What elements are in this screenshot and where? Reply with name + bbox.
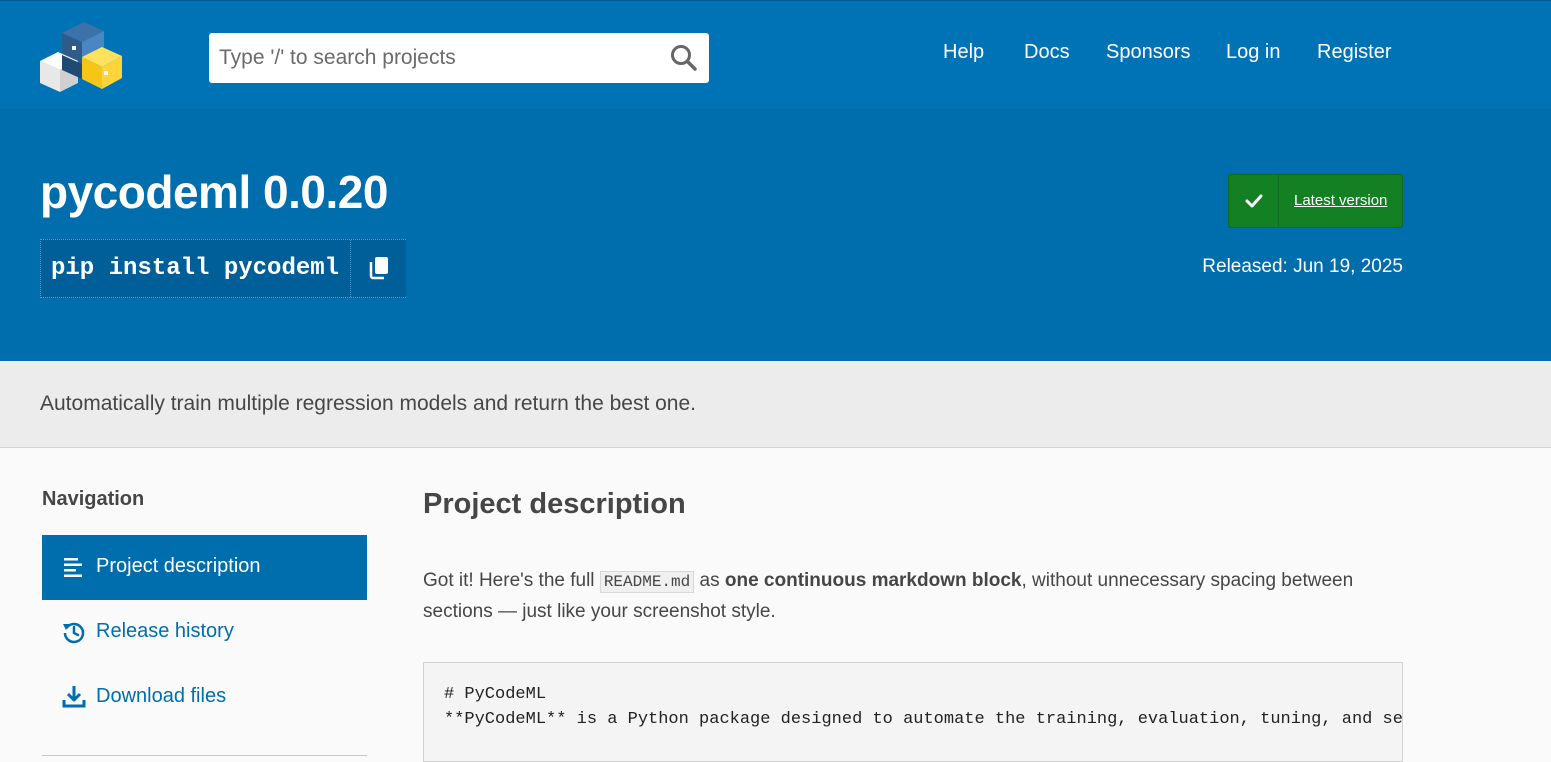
package-title: pycodeml 0.0.20: [40, 166, 388, 218]
sidebar-item-label: Download files: [96, 685, 227, 707]
pip-command: pip install pycodeml: [51, 255, 340, 282]
history-icon: [62, 620, 86, 644]
main-nav: Help Docs Sponsors Log in Register: [0, 41, 1551, 71]
nav-docs-link[interactable]: Docs: [1024, 41, 1070, 64]
check-icon: [1229, 175, 1279, 227]
sidebar-item-download-files[interactable]: Download files: [42, 665, 367, 730]
latest-version-label[interactable]: Latest version: [1294, 192, 1387, 209]
nav-register-link[interactable]: Register: [1317, 41, 1391, 64]
summary-text: Automatically train multiple regression …: [40, 392, 697, 415]
nav-login-link[interactable]: Log in: [1226, 41, 1281, 64]
copy-button[interactable]: [350, 240, 406, 297]
align-left-icon: [62, 555, 86, 579]
package-summary: Automatically train multiple regression …: [0, 361, 1551, 448]
sidebar-item-label: Release history: [96, 620, 234, 642]
para-text-mid: as: [694, 570, 725, 591]
pip-install-box: pip install pycodeml: [40, 239, 406, 298]
sidebar-item-label: Project description: [96, 555, 261, 577]
top-navbar: Help Docs Sponsors Log in Register: [0, 0, 1551, 110]
code-block: # PyCodeML **PyCodeML** is a Python pack…: [423, 662, 1403, 762]
download-icon: [62, 685, 86, 709]
copy-icon: [369, 257, 388, 280]
sidebar-item-project-description[interactable]: Project description: [42, 535, 367, 600]
package-header: pycodeml 0.0.20 pip install pycodeml Lat…: [0, 110, 1551, 361]
sidebar-item-release-history[interactable]: Release history: [42, 600, 367, 665]
inline-code: README.md: [599, 571, 695, 593]
description-paragraph: Got it! Here's the full README.md as one…: [423, 566, 1373, 627]
code-line: **PyCodeML** is a Python package designe…: [444, 710, 1403, 729]
latest-version-badge[interactable]: Latest version: [1228, 174, 1403, 228]
nav-sponsors-link[interactable]: Sponsors: [1106, 41, 1191, 64]
sidebar-divider: [42, 755, 367, 756]
code-line: # PyCodeML: [444, 685, 547, 704]
nav-help-link[interactable]: Help: [943, 41, 984, 64]
para-text-start: Got it! Here's the full: [423, 570, 600, 591]
sidebar-title: Navigation: [42, 488, 145, 510]
para-bold-text: one continuous markdown block: [724, 570, 1022, 591]
section-title: Project description: [423, 488, 686, 520]
release-date: Released: Jun 19, 2025: [1202, 256, 1403, 277]
